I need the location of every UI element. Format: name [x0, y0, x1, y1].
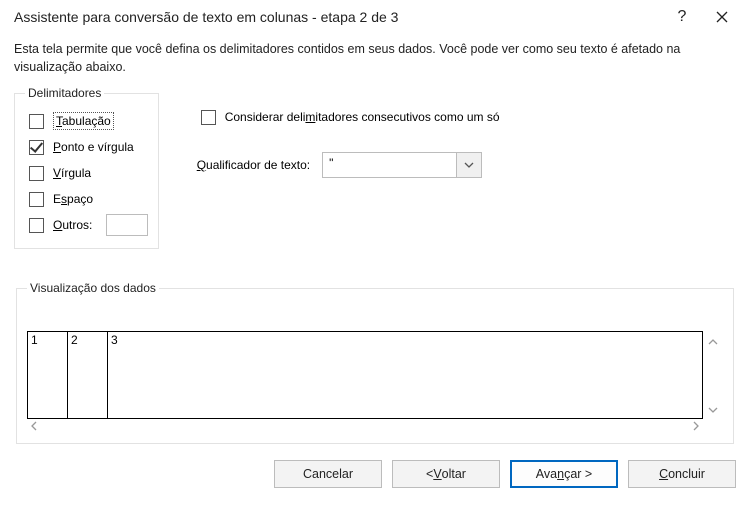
semicolon-label: Ponto e vírgula — [53, 140, 134, 154]
tab-checkbox[interactable] — [29, 114, 44, 129]
qualifier-label: Qualificador de texto: — [197, 158, 310, 172]
button-bar: Cancelar < Voltar Avançar > Concluir — [0, 444, 750, 488]
qualifier-value: " — [322, 152, 456, 178]
preview-legend: Visualização dos dados — [27, 281, 159, 295]
back-button[interactable]: < Voltar — [392, 460, 500, 488]
dialog-title: Assistente para conversão de texto em co… — [14, 9, 662, 25]
scroll-down-icon — [708, 402, 718, 416]
cancel-button[interactable]: Cancelar — [274, 460, 382, 488]
next-button[interactable]: Avançar > — [510, 460, 618, 488]
preview-group: Visualização dos dados 1 2 3 — [16, 281, 734, 444]
finish-button[interactable]: Concluir — [628, 460, 736, 488]
horizontal-scrollbar[interactable] — [27, 417, 703, 437]
comma-label: Vírgula — [53, 166, 91, 180]
scroll-right-icon — [693, 420, 699, 434]
scroll-up-icon — [708, 334, 718, 348]
close-button[interactable] — [702, 2, 742, 32]
chevron-down-icon — [456, 152, 482, 178]
other-input[interactable] — [106, 214, 148, 236]
other-label: Outros: — [53, 218, 92, 232]
delimiters-group: Delimitadores Tabulação Ponto e vírgula … — [14, 86, 159, 249]
titlebar: Assistente para conversão de texto em co… — [0, 0, 750, 34]
preview-table: 1 2 3 — [27, 331, 703, 419]
scroll-left-icon — [31, 420, 37, 434]
comma-checkbox[interactable] — [29, 166, 44, 181]
space-checkbox[interactable] — [29, 192, 44, 207]
tab-label: Tabulação — [53, 114, 114, 128]
other-checkbox[interactable] — [29, 218, 44, 233]
preview-col: 1 — [28, 332, 68, 418]
consecutive-checkbox[interactable] — [201, 110, 216, 125]
qualifier-select[interactable]: " — [322, 152, 482, 178]
vertical-scrollbar[interactable] — [703, 331, 723, 419]
preview-col: 3 — [108, 332, 702, 418]
delimiters-legend: Delimitadores — [25, 86, 104, 100]
semicolon-checkbox[interactable] — [29, 140, 44, 155]
space-label: Espaço — [53, 192, 93, 206]
help-button[interactable]: ? — [662, 2, 702, 32]
intro-text: Esta tela permite que você defina os del… — [14, 40, 736, 76]
preview-col: 2 — [68, 332, 108, 418]
consecutive-label: Considerar delimitadores consecutivos co… — [225, 110, 500, 124]
